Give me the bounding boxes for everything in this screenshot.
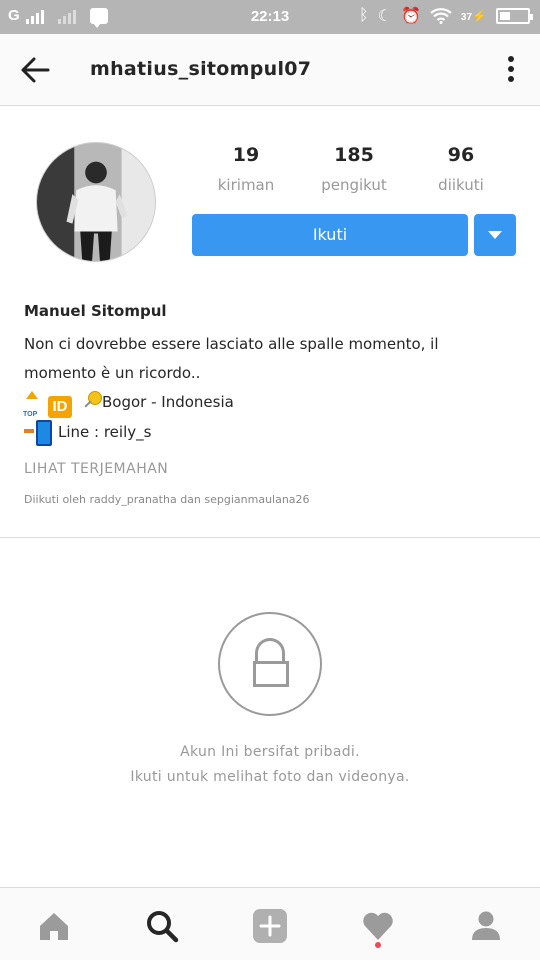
pushpin-icon — [82, 391, 102, 411]
wifi-icon — [430, 8, 452, 24]
follow-button[interactable]: Ikuti — [192, 214, 468, 256]
bio-text-line: momento è un ricordo.. — [24, 364, 201, 382]
app-bar: mhatius_sitompul07 — [0, 34, 540, 106]
bio-contact-line: Line : reily_s — [24, 418, 520, 447]
status-bar: G 22:13 ᛒ ☾ ⏰ 37⚡ — [0, 0, 540, 34]
moon-icon: ☾ — [377, 8, 392, 25]
stat-posts[interactable]: 19 kiriman — [191, 144, 301, 194]
stat-label: kiriman — [217, 176, 275, 194]
stat-value: 19 — [232, 144, 260, 166]
followed-by-text[interactable]: Diikuti oleh raddy_pranatha dan sepgianm… — [24, 493, 520, 506]
more-vertical-icon[interactable] — [506, 56, 516, 86]
id-emoji-icon: ID — [48, 396, 72, 418]
battery-fill — [500, 12, 510, 20]
see-translation-link[interactable]: LIHAT TERJEMAHAN — [24, 461, 520, 477]
stat-value: 185 — [334, 144, 374, 166]
profile-full-name: Manuel Sitompul — [24, 302, 167, 320]
bio-location: Bogor - Indonesia — [102, 393, 234, 411]
add-icon[interactable] — [250, 906, 290, 946]
bottom-navigation — [0, 887, 540, 960]
heart-icon[interactable] — [358, 906, 398, 948]
private-message-line: Akun Ini bersifat pribadi. — [180, 744, 360, 760]
alarm-icon: ⏰ — [401, 8, 421, 25]
bio-location-line: ID Bogor - Indonesia — [23, 388, 520, 429]
profile-icon[interactable] — [466, 906, 506, 946]
profile-bio: Manuel Sitompul Non ci dovrebbe essere l… — [23, 302, 520, 506]
bio-line-id: Line : reily_s — [58, 423, 152, 441]
avatar[interactable] — [36, 142, 156, 262]
notification-dot — [375, 942, 381, 948]
private-message-line: Ikuti untuk melihat foto dan videonya. — [130, 769, 410, 785]
chevron-down-icon — [488, 231, 502, 239]
battery-icon — [496, 8, 533, 24]
charging-icon: ⚡ — [472, 9, 487, 23]
stat-value: 96 — [447, 144, 475, 166]
stat-following[interactable]: 96 diikuti — [406, 144, 516, 194]
suggestions-dropdown-button[interactable] — [474, 214, 516, 256]
battery-percent: 37 — [460, 12, 473, 23]
bio-text-line: Non ci dovrebbe essere lasciato alle spa… — [24, 335, 439, 353]
lock-icon — [218, 612, 322, 716]
stat-label: diikuti — [438, 176, 484, 194]
private-account-message: Akun Ini bersifat pribadi. Ikuti untuk m… — [0, 740, 540, 790]
status-right: ᛒ ☾ ⏰ 37⚡ — [359, 6, 533, 26]
top-arrow-icon — [23, 391, 40, 429]
avatar-image — [37, 143, 155, 261]
stat-label: pengikut — [321, 176, 387, 194]
stat-followers[interactable]: 185 pengikut — [299, 144, 409, 194]
arrow-left-icon[interactable] — [20, 56, 50, 84]
home-icon[interactable] — [34, 906, 74, 946]
profile-username: mhatius_sitompul07 — [90, 58, 312, 80]
search-icon[interactable] — [142, 906, 182, 946]
phone-arrow-icon — [24, 420, 52, 446]
bluetooth-icon: ᛒ — [359, 7, 369, 24]
section-divider — [0, 537, 540, 538]
